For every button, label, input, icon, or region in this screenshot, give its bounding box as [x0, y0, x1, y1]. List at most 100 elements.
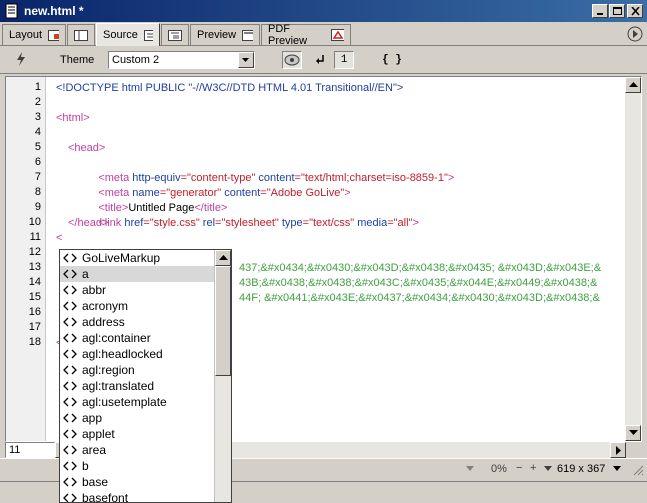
tag-icon [63, 333, 77, 343]
layout-icon [48, 29, 59, 41]
line-number: 7 [34, 171, 41, 183]
autocomplete-scroll-thumb[interactable] [215, 266, 231, 376]
code-line-3: <html> [56, 112, 90, 124]
line-numbers-toggle[interactable]: 1 [334, 51, 354, 69]
line-number: 11 [29, 231, 41, 243]
tag-icon [63, 317, 77, 327]
line-number-field-value: 11 [9, 444, 21, 456]
word-wrap-button[interactable] [310, 51, 330, 69]
syntax-check-icon [284, 54, 300, 66]
tab-preview-label: Preview [197, 29, 237, 41]
tag-icon [63, 477, 77, 487]
autocomplete-scroll-up-button[interactable] [215, 250, 231, 266]
theme-select[interactable]: Custom 2 [108, 51, 255, 69]
autocomplete-item[interactable]: abbr [60, 282, 215, 298]
scroll-right-button[interactable] [610, 442, 626, 458]
view-tab-bar: Layout Source Preview PDF Preview [0, 22, 647, 47]
line-number: 8 [34, 186, 41, 198]
lightning-icon[interactable] [16, 52, 26, 66]
tab-pdf-preview[interactable]: PDF Preview [261, 23, 351, 47]
source-icon [143, 29, 153, 41]
code-line-8: <title>Untitled Page</title> [98, 202, 228, 214]
tag-icon [63, 445, 77, 455]
line-number: 4 [34, 126, 41, 138]
navigate-forward-icon[interactable] [627, 26, 643, 42]
autocomplete-scrollbar[interactable] [214, 250, 231, 502]
tab-preview[interactable]: Preview [190, 24, 260, 45]
line-number: 13 [28, 261, 41, 273]
syntax-check-button[interactable] [282, 51, 302, 69]
tag-icon [63, 397, 77, 407]
autocomplete-item[interactable]: agl:usetemplate [60, 394, 215, 410]
zoom-minus-icon[interactable]: − [516, 462, 522, 474]
autocomplete-item[interactable]: applet [60, 426, 215, 442]
autocomplete-item[interactable]: agl:region [60, 362, 215, 378]
theme-label: Theme [60, 54, 95, 66]
tag-icon [63, 349, 77, 359]
tab-layout-label: Layout [9, 29, 43, 41]
resize-grip-icon[interactable] [632, 464, 644, 476]
tag-icon [63, 429, 77, 439]
tab-source-label: Source [103, 29, 138, 41]
autocomplete-item[interactable]: b [60, 458, 215, 474]
line-number: 2 [34, 96, 41, 108]
code-line-15: 44F; &#x0441;&#x043E;&#x0437;&#x0434;&#x… [239, 292, 600, 304]
autocomplete-item[interactable]: agl:translated [60, 378, 215, 394]
autocomplete-item[interactable]: app [60, 410, 215, 426]
line-number: 3 [34, 111, 41, 123]
close-button[interactable] [627, 4, 643, 18]
tag-icon [63, 301, 77, 311]
zoom-level: 0% [491, 463, 507, 475]
tab-source[interactable]: Source [96, 23, 160, 46]
line-number: 6 [34, 156, 41, 168]
code-line-9: <link href="style.css" rel="stylesheet" … [98, 217, 419, 229]
code-line-7: <meta name="generator" content="Adobe Go… [98, 187, 351, 199]
code-line-6: <meta http-equiv="content-type" content=… [98, 172, 455, 184]
autocomplete-item[interactable]: address [60, 314, 215, 330]
code-line-13: 437;&#x0434;&#x0430;&#x043D;&#x0438;&#x0… [239, 262, 602, 274]
autocomplete-item[interactable]: base [60, 474, 215, 490]
tag-icon [63, 365, 77, 375]
tab-layout[interactable]: Layout [2, 24, 66, 45]
line-numbers-toggle-label: 1 [340, 54, 348, 66]
source-toolbar: Theme Custom 2 1 { } [0, 47, 647, 74]
autocomplete-list[interactable]: GoLiveMarkup a abbr acronym address agl:… [60, 250, 215, 502]
scroll-down-button[interactable] [625, 425, 641, 441]
code-line-5: <head> [68, 142, 106, 154]
size-dropdown-icon[interactable] [613, 466, 621, 472]
line-number: 14 [28, 276, 41, 288]
tab-outline[interactable] [161, 24, 189, 45]
line-number-field[interactable]: 11 [5, 442, 55, 458]
autocomplete-item[interactable]: GoLiveMarkup [60, 250, 215, 266]
line-number: 17 [28, 321, 41, 333]
autocomplete-item[interactable]: basefont [60, 490, 215, 502]
tag-icon [63, 253, 77, 263]
zoom-out-icon[interactable] [466, 466, 474, 472]
pdf-icon [331, 29, 344, 41]
word-wrap-icon [316, 55, 324, 64]
line-number: 15 [28, 291, 41, 303]
autocomplete-item[interactable]: acronym [60, 298, 215, 314]
zoom-plus-icon[interactable]: + [530, 462, 536, 474]
scroll-up-button[interactable] [625, 77, 641, 93]
maximize-button[interactable] [609, 4, 625, 18]
braces-button[interactable]: { } [380, 51, 404, 69]
preview-icon [242, 29, 253, 41]
line-number: 16 [28, 306, 41, 318]
tab-frame-editor[interactable] [67, 24, 95, 45]
autocomplete-item[interactable]: agl:container [60, 330, 215, 346]
line-number: 18 [28, 336, 41, 348]
autocomplete-item[interactable]: area [60, 442, 215, 458]
autocomplete-item-selected[interactable]: a [60, 266, 215, 282]
tag-icon [63, 493, 77, 502]
autocomplete-item[interactable]: agl:headlocked [60, 346, 215, 362]
code-line-1: <!DOCTYPE html PUBLIC "-//W3C//DTD HTML … [56, 82, 404, 94]
horizontal-scroll-track[interactable] [232, 442, 626, 458]
editor-vertical-scrollbar[interactable] [625, 77, 641, 441]
zoom-dropdown-icon[interactable] [544, 466, 552, 472]
line-number: 5 [34, 141, 41, 153]
autocomplete-popup[interactable]: GoLiveMarkup a abbr acronym address agl:… [59, 249, 232, 503]
window-title: new.html * [24, 4, 84, 18]
minimize-button[interactable] [592, 4, 608, 18]
tag-icon [63, 413, 77, 423]
